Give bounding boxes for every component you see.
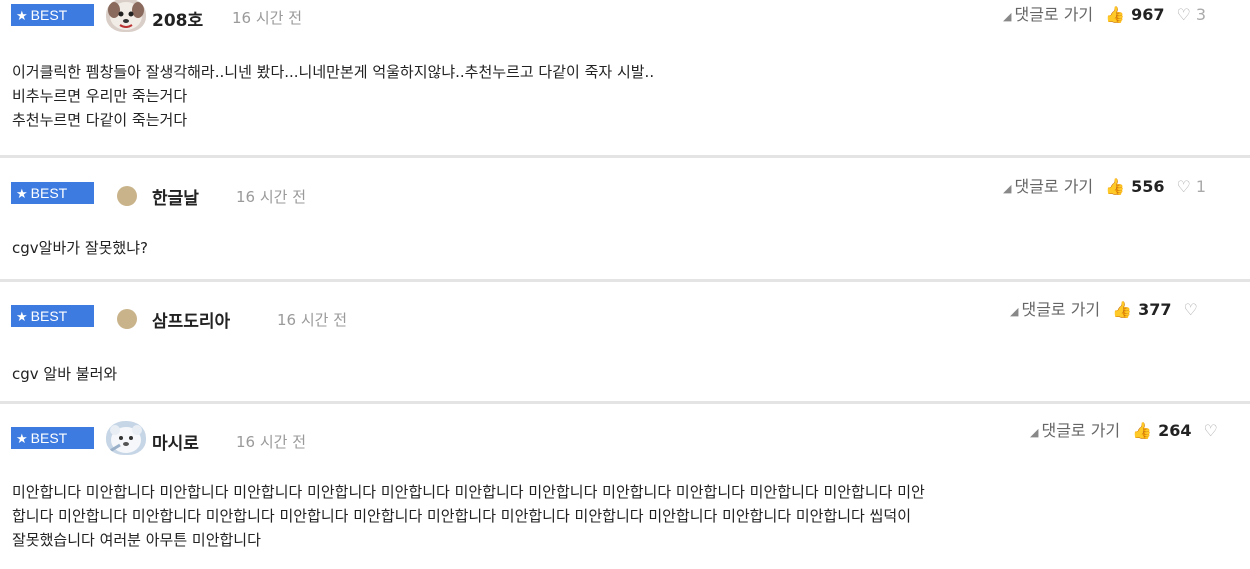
thumbs-down-icon: ♡ bbox=[1176, 5, 1191, 24]
avatar[interactable] bbox=[106, 421, 146, 455]
thumbs-up-icon: 👍 bbox=[1112, 300, 1133, 319]
comment-actions: ◢ 댓글로 가기 👍 556 ♡ 1 bbox=[1003, 176, 1206, 198]
thumbs-up-icon: 👍 bbox=[1105, 5, 1126, 24]
avatar[interactable] bbox=[117, 186, 137, 206]
timestamp: 16 시간 전 bbox=[236, 188, 307, 206]
thumbs-up-icon: 👍 bbox=[1132, 421, 1153, 440]
comment-line: 이거클릭한 펨창들아 잘생각해라..니넨 봤다...니네만본게 억울하지않냐..… bbox=[12, 63, 655, 81]
goto-comment-label: 댓글로 가기 bbox=[1021, 300, 1101, 319]
nickname[interactable]: 한글날 bbox=[152, 184, 199, 209]
timestamp: 16 시간 전 bbox=[277, 311, 348, 329]
bear-avatar-icon bbox=[106, 421, 146, 455]
like-count: 377 bbox=[1138, 300, 1172, 319]
comment-header: ★ BEST 한글날 16 시간 전 ◢ 댓글로 가기 👍 556 ♡ 1 bbox=[0, 158, 1250, 209]
like-count: 264 bbox=[1158, 421, 1192, 440]
comment-actions: ◢ 댓글로 가기 👍 264 ♡ bbox=[1030, 420, 1218, 442]
dislike-button[interactable]: ♡ 3 bbox=[1176, 5, 1206, 24]
timestamp: 16 시간 전 bbox=[232, 9, 303, 27]
like-button[interactable]: 👍 556 bbox=[1105, 177, 1164, 196]
like-count: 556 bbox=[1131, 177, 1165, 196]
dislike-button[interactable]: ♡ 1 bbox=[1176, 177, 1206, 196]
best-badge[interactable]: ★ BEST bbox=[11, 427, 94, 449]
goto-comment-label: 댓글로 가기 bbox=[1014, 5, 1094, 24]
thumbs-up-icon: 👍 bbox=[1105, 177, 1126, 196]
best-badge-label: BEST bbox=[30, 308, 68, 324]
like-button[interactable]: 👍 264 bbox=[1132, 421, 1191, 440]
goto-comment-link[interactable]: ◢ 댓글로 가기 bbox=[1030, 421, 1120, 440]
goto-comment-link[interactable]: ◢ 댓글로 가기 bbox=[1003, 5, 1093, 24]
goto-comment-link[interactable]: ◢ 댓글로 가기 bbox=[1010, 300, 1100, 319]
comment-body: cgv알바가 잘못했냐? bbox=[12, 236, 148, 260]
timestamp: 16 시간 전 bbox=[236, 433, 307, 451]
star-icon: ★ bbox=[16, 432, 28, 447]
comment-item: ★ BEST 208호 16 시간 전 ◢ 댓글로 가기 👍 967 ♡ 3 이거클릭한 … bbox=[0, 0, 1250, 158]
comment-item: ★ BEST 한글날 16 시간 전 ◢ 댓글로 가기 👍 556 ♡ 1 cgv알바가 … bbox=[0, 158, 1250, 282]
nickname[interactable]: 마시로 bbox=[152, 429, 199, 454]
best-badge[interactable]: ★ BEST bbox=[11, 182, 94, 204]
comment-item: ★ BEST 마시로 16 시간 전 ◢ 댓글로 가기 👍 264 ♡ 미안합니다 미안합… bbox=[0, 404, 1250, 569]
goto-comment-label: 댓글로 가기 bbox=[1041, 421, 1121, 440]
send-arrow-icon: ◢ bbox=[1010, 305, 1019, 318]
best-badge[interactable]: ★ BEST bbox=[11, 4, 94, 26]
dislike-count: 3 bbox=[1195, 5, 1207, 24]
like-count: 967 bbox=[1131, 5, 1165, 24]
thumbs-down-icon: ♡ bbox=[1183, 300, 1198, 319]
comment-line: cgv알바가 잘못했냐? bbox=[12, 239, 148, 257]
send-arrow-icon: ◢ bbox=[1030, 426, 1039, 439]
dislike-button[interactable]: ♡ bbox=[1183, 300, 1197, 319]
comment-body: 미안합니다 미안합니다 미안합니다 미안합니다 미안합니다 미안합니다 미안합니… bbox=[12, 480, 925, 552]
comment-line: 비추누르면 우리만 죽는거다 bbox=[12, 87, 188, 105]
comment-line: 잘못했습니다 여러분 아무튼 미안합니다 bbox=[12, 531, 261, 549]
goto-comment-link[interactable]: ◢ 댓글로 가기 bbox=[1003, 177, 1093, 196]
star-icon: ★ bbox=[16, 187, 28, 202]
nickname[interactable]: 208호 bbox=[152, 6, 203, 31]
best-badge-label: BEST bbox=[30, 7, 68, 23]
like-button[interactable]: 👍 377 bbox=[1112, 300, 1171, 319]
star-icon: ★ bbox=[16, 9, 28, 24]
thumbs-down-icon: ♡ bbox=[1203, 421, 1218, 440]
star-icon: ★ bbox=[16, 310, 28, 325]
avatar[interactable] bbox=[106, 0, 146, 32]
comment-item: ★ BEST 삼프도리아 16 시간 전 ◢ 댓글로 가기 👍 377 ♡ cgv 알바 … bbox=[0, 282, 1250, 404]
comment-line: 추천누르면 다같이 죽는거다 bbox=[12, 111, 188, 129]
dislike-button[interactable]: ♡ bbox=[1203, 421, 1217, 440]
best-badge-label: BEST bbox=[30, 430, 68, 446]
best-badge-label: BEST bbox=[30, 185, 68, 201]
like-button[interactable]: 👍 967 bbox=[1105, 5, 1164, 24]
comment-line: 합니다 미안합니다 미안합니다 미안합니다 미안합니다 미안합니다 미안합니다 … bbox=[12, 507, 912, 525]
thumbs-down-icon: ♡ bbox=[1176, 177, 1191, 196]
comment-header: ★ BEST 마시로 16 시간 전 ◢ 댓글로 가기 👍 264 ♡ bbox=[0, 404, 1250, 455]
dislike-count: 1 bbox=[1195, 177, 1207, 196]
avatar[interactable] bbox=[117, 309, 137, 329]
comment-body: 이거클릭한 펨창들아 잘생각해라..니넨 봤다...니네만본게 억울하지않냐..… bbox=[12, 60, 654, 132]
comment-actions: ◢ 댓글로 가기 👍 967 ♡ 3 bbox=[1003, 4, 1206, 26]
comment-line: cgv 알바 불러와 bbox=[12, 365, 118, 383]
comment-actions: ◢ 댓글로 가기 👍 377 ♡ bbox=[1010, 299, 1198, 321]
comment-line: 미안합니다 미안합니다 미안합니다 미안합니다 미안합니다 미안합니다 미안합니… bbox=[12, 483, 925, 501]
comment-header: ★ BEST 208호 16 시간 전 ◢ 댓글로 가기 👍 967 ♡ 3 bbox=[0, 0, 1250, 32]
nickname[interactable]: 삼프도리아 bbox=[152, 307, 230, 332]
send-arrow-icon: ◢ bbox=[1003, 10, 1012, 23]
send-arrow-icon: ◢ bbox=[1003, 182, 1012, 195]
comment-body: cgv 알바 불러와 bbox=[12, 362, 117, 386]
goto-comment-label: 댓글로 가기 bbox=[1014, 177, 1094, 196]
comment-header: ★ BEST 삼프도리아 16 시간 전 ◢ 댓글로 가기 👍 377 ♡ bbox=[0, 282, 1250, 332]
dog-avatar-icon bbox=[106, 0, 146, 32]
best-badge[interactable]: ★ BEST bbox=[11, 305, 94, 327]
